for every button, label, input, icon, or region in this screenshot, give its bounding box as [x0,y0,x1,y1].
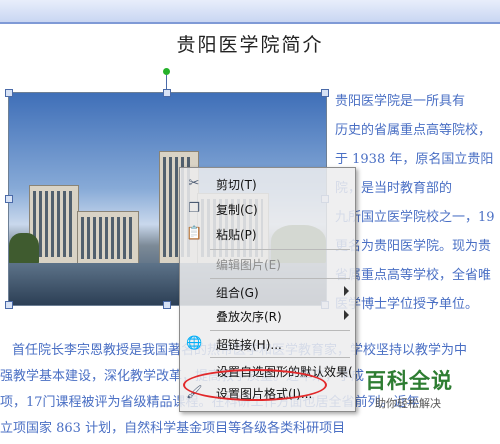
text-line: 贵阳医学院是一所具有 [335,94,466,109]
document-title: 贵阳医学院简介 [176,34,324,56]
resize-handle[interactable] [5,89,13,97]
highlight-oval [183,369,327,401]
watermark-subtitle: 助你轻松解决 [375,397,441,410]
submenu-arrow-icon [344,310,349,320]
menu-item-label: 叠放次序(R) [216,310,282,324]
watermark-title: 百科全说 [365,369,453,393]
window-title-bar [0,0,500,24]
menu-item-paste[interactable]: 📋 粘贴(P) [180,222,355,246]
menu-item-label: 组合(G) [216,286,259,300]
menu-separator [210,249,350,250]
resize-handle[interactable] [5,301,13,309]
paste-icon: 📋 [186,226,203,241]
menu-item-hyperlink[interactable]: 🌐 超链接(H)... [180,332,355,356]
text-line: 院，是当时教育部的 [335,181,453,196]
rotate-handle[interactable] [163,68,170,75]
building-windows [33,191,73,257]
tree-shape [9,233,39,265]
text-line: 九所国立医学院校之一，19 [335,210,495,225]
resize-handle[interactable] [163,89,171,97]
menu-item-edit-picture: 编辑图片(E) [180,252,355,276]
menu-item-label: 复制(C) [216,203,258,217]
menu-item-copy[interactable]: ❐ 复制(C) [180,197,355,221]
menu-item-label: 超链接(H)... [216,338,282,352]
scissors-icon: ✂ [188,176,200,191]
watermark: 百科全说 助你轻松解决 [365,365,453,411]
text-line: 省属重点高等学校，全省唯 [335,268,492,283]
menu-item-label: 编辑图片(E) [216,258,281,272]
text-line: 立项国家 863 计划，自然科学基金项目等各级各类科研项目 [0,421,346,436]
resize-handle[interactable] [163,301,171,309]
text-line: 更名为贵阳医学院。现为贵 [335,239,492,254]
menu-separator [210,278,350,279]
copy-icon: ❐ [188,201,200,216]
text-line: 历史的省属重点高等院校， [335,123,492,138]
menu-item-cut[interactable]: ✂ 剪切(T) [180,172,355,196]
building-windows [81,217,133,259]
text-line: 医学博士学位授予单位。 [335,297,479,312]
menu-item-label: 粘贴(P) [216,228,257,242]
menu-item-order[interactable]: 叠放次序(R) [180,304,355,328]
text-line: 于 1938 年，原名国立贵阳 [335,152,494,167]
menu-separator [210,357,350,358]
menu-separator [210,330,350,331]
hyperlink-icon: 🌐 [186,336,203,351]
submenu-arrow-icon [344,286,349,296]
body-paragraph-right: 贵阳医学院是一所具有 历史的省属重点高等院校， 于 1938 年，原名国立贵阳 … [335,90,500,322]
menu-item-group[interactable]: 组合(G) [180,280,355,304]
resize-handle[interactable] [5,195,13,203]
resize-handle[interactable] [321,89,329,97]
menu-item-label: 剪切(T) [216,178,257,192]
